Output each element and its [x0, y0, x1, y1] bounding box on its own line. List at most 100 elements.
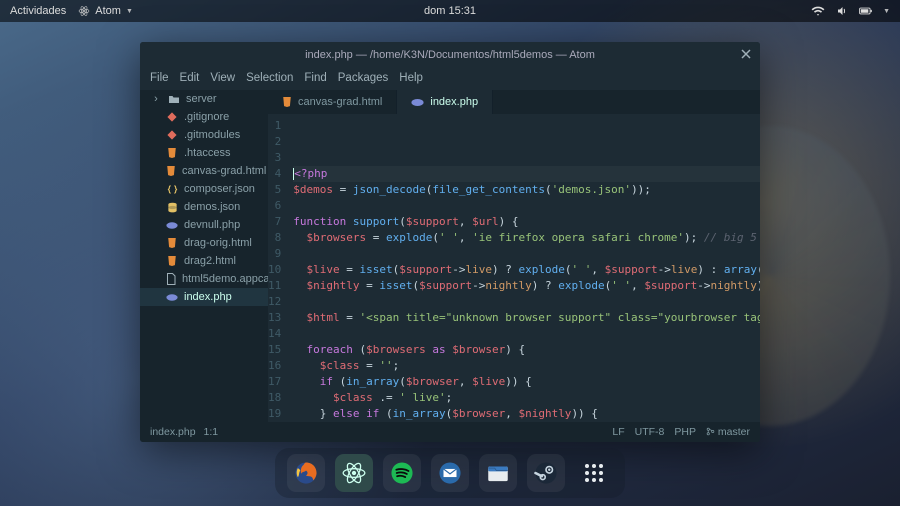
dock-spotify[interactable]	[383, 454, 421, 492]
code-line[interactable]: <?php	[293, 166, 760, 182]
dock-apps-grid[interactable]	[575, 454, 613, 492]
html-icon	[166, 237, 178, 249]
code-line[interactable]	[293, 246, 760, 262]
tree-item[interactable]: drag-orig.html	[140, 234, 268, 252]
gnome-topbar: Actividades Atom ▼ dom 15:31 ▼	[0, 0, 900, 22]
tree-root[interactable]: › server	[140, 90, 268, 108]
chevron-right-icon: ›	[150, 93, 162, 105]
code-line[interactable]: foreach ($browsers as $browser) {	[293, 342, 760, 358]
tree-item-label: devnull.php	[184, 219, 240, 231]
code-line[interactable]: $class = '';	[293, 358, 760, 374]
code-line[interactable]: $browsers = explode(' ', 'ie firefox ope…	[293, 230, 760, 246]
db-icon	[166, 202, 178, 213]
clock[interactable]: dom 15:31	[424, 5, 476, 17]
folder-icon	[168, 94, 180, 104]
status-file[interactable]: index.php	[150, 426, 196, 438]
tab-bar: canvas-grad.html index.php	[268, 90, 760, 114]
app-menu[interactable]: Atom ▼	[78, 5, 133, 17]
code-area[interactable]: <?php$demos = json_decode(file_get_conte…	[287, 114, 760, 422]
html-icon	[166, 255, 178, 267]
tree-item[interactable]: html5demo.appca	[140, 270, 268, 288]
php-icon	[166, 221, 178, 230]
tree-item[interactable]: index.php	[140, 288, 268, 306]
tree-item[interactable]: devnull.php	[140, 216, 268, 234]
close-icon[interactable]	[740, 48, 752, 60]
json-icon	[166, 184, 178, 195]
activities-button[interactable]: Actividades	[10, 5, 66, 17]
line-gutter: 12345678910111213141516171819202122	[268, 114, 287, 422]
menu-edit[interactable]: Edit	[180, 72, 200, 84]
code-line[interactable]: $live = isset($support->live) ? explode(…	[293, 262, 760, 278]
tree-item-label: demos.json	[184, 201, 240, 213]
tree-item[interactable]: drag2.html	[140, 252, 268, 270]
app-menu-label: Atom	[95, 5, 121, 17]
wifi-icon[interactable]	[811, 5, 825, 17]
menu-find[interactable]: Find	[304, 72, 326, 84]
menu-selection[interactable]: Selection	[246, 72, 293, 84]
tree-item[interactable]: .gitmodules	[140, 126, 268, 144]
tree-item-label: .gitmodules	[184, 129, 240, 141]
dock-steam[interactable]	[527, 454, 565, 492]
code-line[interactable]: $demos = json_decode(file_get_contents('…	[293, 182, 760, 198]
tree-item-label: .htaccess	[184, 147, 230, 159]
tree-item[interactable]: composer.json	[140, 180, 268, 198]
code-line[interactable]: if (in_array($browser, $live)) {	[293, 374, 760, 390]
html-icon	[166, 147, 178, 159]
menu-view[interactable]: View	[210, 72, 235, 84]
dock	[275, 448, 625, 498]
code-line[interactable]	[293, 198, 760, 214]
tab-label: canvas-grad.html	[298, 96, 382, 108]
code-line[interactable]: $class .= ' live';	[293, 390, 760, 406]
git-icon	[166, 112, 178, 122]
status-line-ending[interactable]: LF	[612, 426, 624, 438]
atom-icon	[78, 5, 90, 17]
tree-item-label: index.php	[184, 291, 232, 303]
menubar: File Edit View Selection Find Packages Help	[140, 68, 760, 90]
html-icon	[166, 165, 176, 177]
code-line[interactable]: function support($support, $url) {	[293, 214, 760, 230]
code-line[interactable]: $html = '<span title="unknown browser su…	[293, 310, 760, 326]
tree-item[interactable]: .htaccess	[140, 144, 268, 162]
tree-item-label: canvas-grad.html	[182, 165, 266, 177]
menu-file[interactable]: File	[150, 72, 169, 84]
status-git[interactable]: master	[706, 426, 750, 438]
battery-icon[interactable]	[859, 5, 873, 17]
php-icon	[166, 293, 178, 302]
tree-item-label: composer.json	[184, 183, 255, 195]
tree-root-label: server	[186, 93, 217, 105]
dock-atom[interactable]	[335, 454, 373, 492]
status-bar: index.php 1:1 LF UTF-8 PHP master	[140, 422, 760, 442]
tab[interactable]: canvas-grad.html	[268, 90, 397, 114]
dock-files[interactable]	[479, 454, 517, 492]
dock-mail[interactable]	[431, 454, 469, 492]
git-icon	[166, 130, 178, 140]
code-line[interactable]: $nightly = isset($support->nightly) ? ex…	[293, 278, 760, 294]
chevron-down-icon: ▼	[126, 8, 133, 15]
php-icon	[411, 98, 424, 107]
status-branch-label: master	[718, 426, 750, 438]
code-line[interactable]	[293, 326, 760, 342]
tree-item-label: drag2.html	[184, 255, 236, 267]
status-language[interactable]: PHP	[674, 426, 696, 438]
generic-icon	[166, 273, 176, 285]
file-tree[interactable]: › server .gitignore .gitmodules .htaccess c…	[140, 90, 268, 422]
window-title: index.php — /home/K3N/Documentos/html5de…	[305, 49, 595, 61]
tree-item[interactable]: .gitignore	[140, 108, 268, 126]
dock-firefox[interactable]	[287, 454, 325, 492]
html-icon	[282, 96, 292, 108]
code-line[interactable]	[293, 294, 760, 310]
status-encoding[interactable]: UTF-8	[635, 426, 665, 438]
volume-icon[interactable]	[835, 5, 849, 17]
tree-item[interactable]: canvas-grad.html	[140, 162, 268, 180]
system-menu-chevron-icon[interactable]: ▼	[883, 8, 890, 15]
status-cursor[interactable]: 1:1	[204, 426, 219, 438]
window-titlebar[interactable]: index.php — /home/K3N/Documentos/html5de…	[140, 42, 760, 68]
menu-help[interactable]: Help	[399, 72, 423, 84]
tree-item-label: html5demo.appca	[182, 273, 268, 285]
tree-item[interactable]: demos.json	[140, 198, 268, 216]
tab[interactable]: index.php	[397, 90, 493, 114]
menu-packages[interactable]: Packages	[338, 72, 389, 84]
atom-window: index.php — /home/K3N/Documentos/html5de…	[140, 42, 760, 442]
text-editor[interactable]: 12345678910111213141516171819202122 <?ph…	[268, 114, 760, 422]
code-line[interactable]: } else if (in_array($browser, $nightly))…	[293, 406, 760, 422]
